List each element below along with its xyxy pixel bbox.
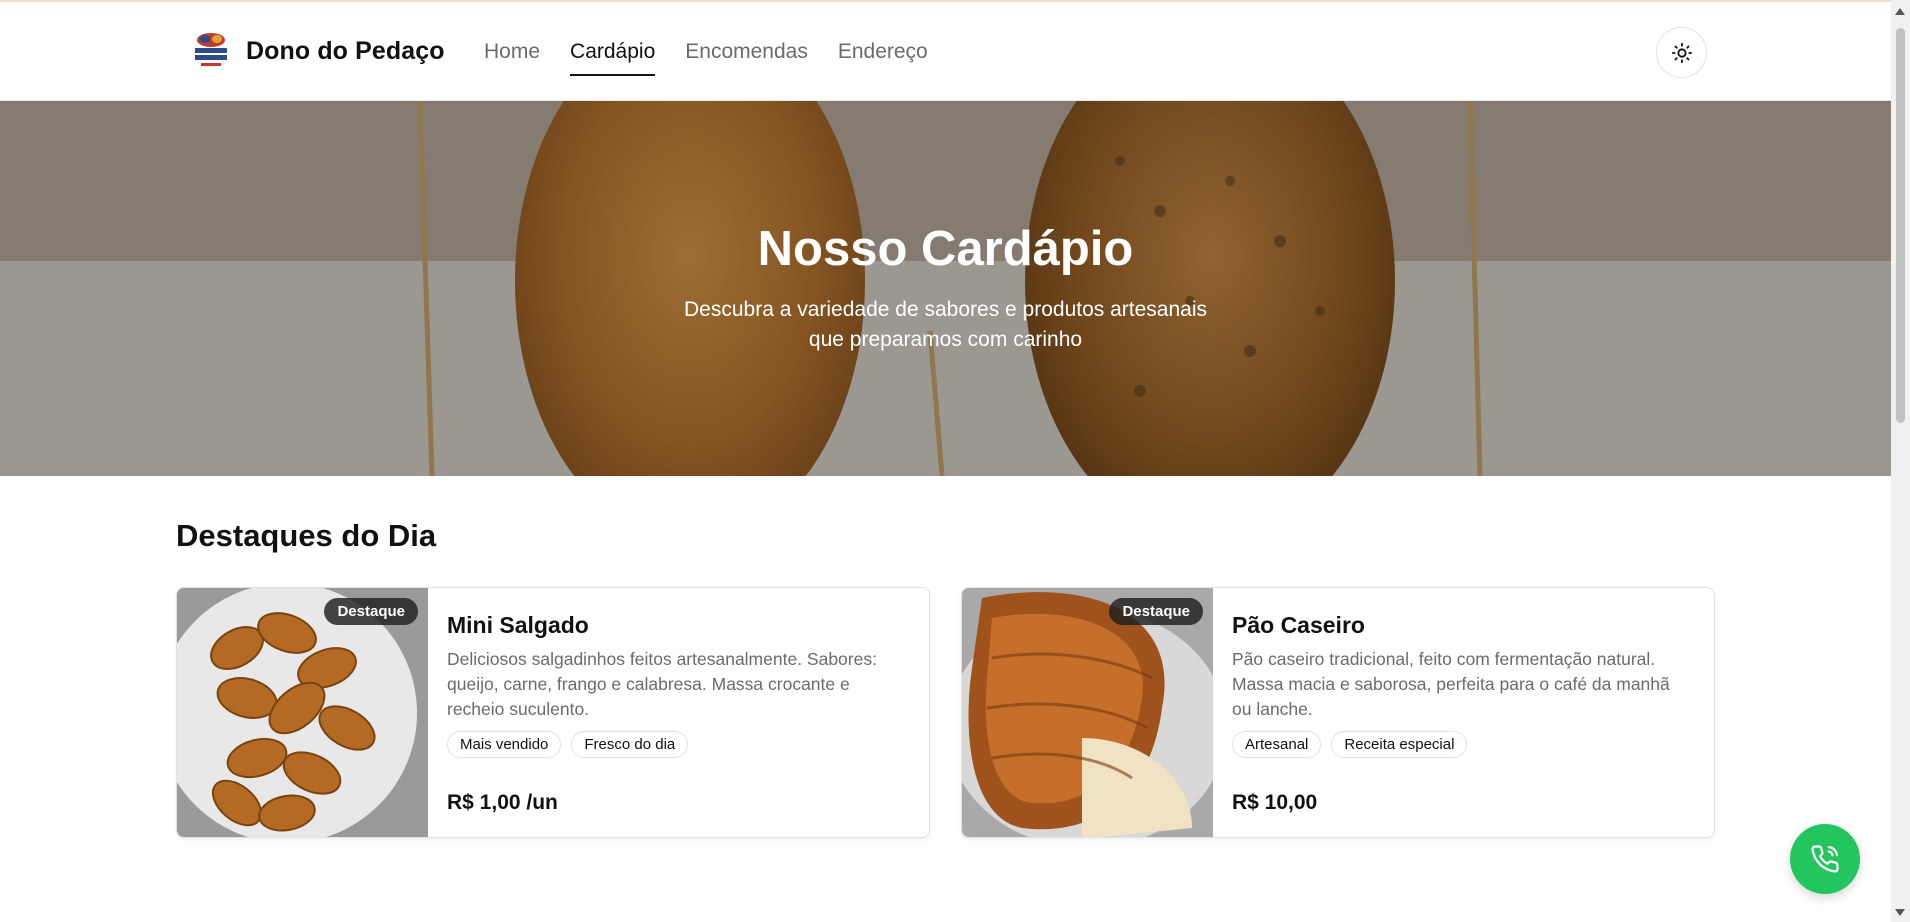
product-image-pao-caseiro: Destaque bbox=[962, 588, 1213, 837]
product-tags: Mais vendido Fresco do dia bbox=[447, 731, 909, 758]
nav-cardapio[interactable]: Cardápio bbox=[570, 40, 656, 76]
hero-subtitle: Descubra a variedade de sabores e produt… bbox=[684, 298, 1207, 351]
main-nav: Home Cardápio Encomendas Endereço bbox=[484, 40, 958, 76]
product-description: Pão caseiro tradicional, feito com ferme… bbox=[1232, 649, 1670, 719]
product-tags: Artesanal Receita especial bbox=[1232, 731, 1694, 758]
brand-name: Dono do Pedaço bbox=[246, 36, 445, 65]
product-card-mini-salgado[interactable]: Destaque Mini Salgado Deliciosos salgadi… bbox=[176, 587, 930, 838]
scrollbar-thumb[interactable] bbox=[1896, 28, 1905, 423]
page-scrollbar[interactable] bbox=[1891, 0, 1910, 922]
product-image-mini-salgado: Destaque bbox=[177, 588, 428, 837]
site-header: Dono do Pedaço Home Cardápio Encomendas … bbox=[0, 0, 1891, 101]
nav-encomendas[interactable]: Encomendas bbox=[685, 40, 808, 70]
scroll-down-arrow-icon[interactable] bbox=[1895, 909, 1905, 916]
featured-badge: Destaque bbox=[1109, 598, 1203, 625]
hero-title: Nosso Cardápio bbox=[757, 222, 1134, 276]
call-button[interactable] bbox=[1790, 824, 1860, 894]
product-tag: Fresco do dia bbox=[571, 731, 689, 758]
bakery-logo-icon bbox=[193, 32, 229, 70]
featured-badge: Destaque bbox=[324, 598, 418, 625]
product-name: Mini Salgado bbox=[447, 612, 589, 638]
nav-endereco[interactable]: Endereço bbox=[838, 40, 928, 70]
nav-home[interactable]: Home bbox=[484, 40, 540, 70]
section-title: Destaques do Dia bbox=[176, 518, 437, 553]
theme-toggle-button[interactable] bbox=[1656, 27, 1707, 78]
product-description: Deliciosos salgadinhos feitos artesanalm… bbox=[447, 649, 877, 719]
phone-icon bbox=[1811, 845, 1839, 873]
product-price: R$ 1,00 /un bbox=[447, 791, 558, 814]
product-price: R$ 10,00 bbox=[1232, 791, 1318, 814]
product-tag: Artesanal bbox=[1232, 731, 1322, 758]
product-card-pao-caseiro[interactable]: Destaque Pão Caseiro Pão caseiro tradici… bbox=[961, 587, 1715, 838]
product-tag: Mais vendido bbox=[447, 731, 562, 758]
product-name: Pão Caseiro bbox=[1232, 612, 1365, 638]
product-tag: Receita especial bbox=[1331, 731, 1468, 758]
hero-banner: Nosso Cardápio Descubra a variedade de s… bbox=[0, 101, 1891, 476]
brand[interactable]: Dono do Pedaço bbox=[193, 32, 445, 70]
sun-icon bbox=[1671, 42, 1692, 63]
scroll-up-arrow-icon[interactable] bbox=[1895, 8, 1905, 15]
